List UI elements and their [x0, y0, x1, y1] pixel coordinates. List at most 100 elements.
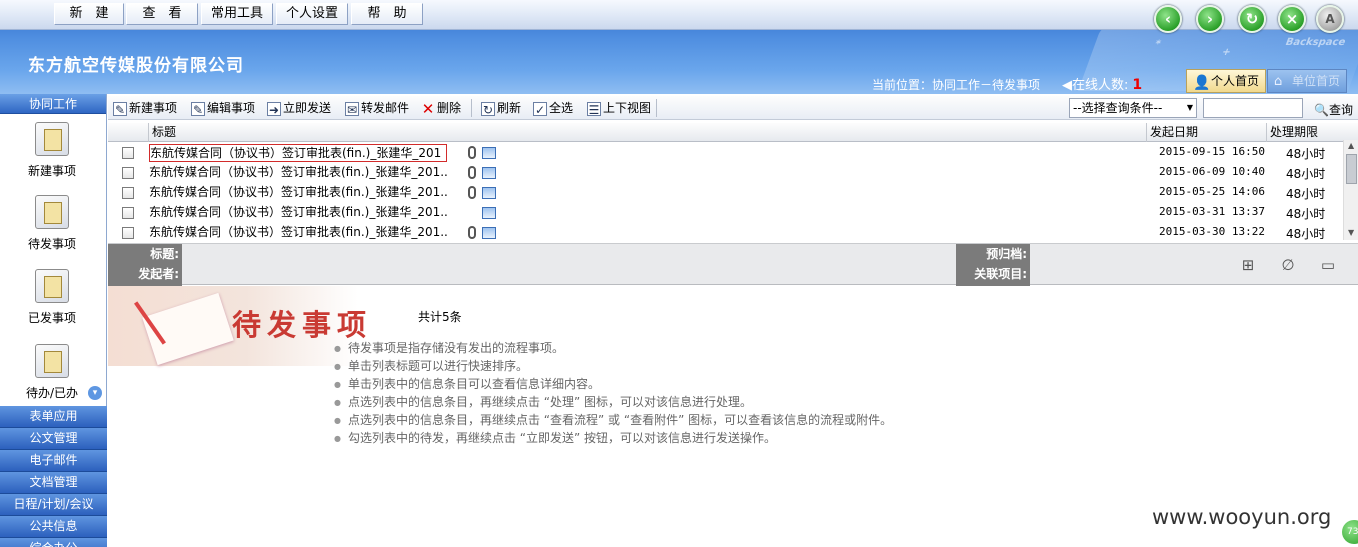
edit-item-button[interactable]: ✎ 编辑事项 — [191, 99, 255, 117]
speaker-icon: ◀ — [1062, 78, 1072, 93]
row-checkbox[interactable] — [122, 167, 134, 179]
tips-list: 待发事项是指存储没有发出的流程事项。 单击列表标题可以进行快速排序。 单击列表中… — [334, 339, 892, 447]
sidebar-section-public[interactable]: 公共信息 — [0, 516, 107, 538]
row-title[interactable]: 东航传媒合同（协议书）签订审批表(fin.)_张建华_201 — [149, 144, 447, 162]
detail-bar: 标题: 发起者: 预归档: 关联项目: ⊞ ∅ ▭ — [108, 243, 1358, 286]
header-date[interactable]: 发起日期 — [1146, 123, 1266, 142]
query-button[interactable]: 🔍查询 — [1314, 101, 1353, 118]
sidebar-section-email[interactable]: 电子邮件 — [0, 450, 107, 472]
check-icon: ✓ — [533, 102, 547, 117]
detail-labels-left: 标题: 发起者: — [108, 244, 182, 286]
mail-forward-icon: ✉ — [345, 102, 359, 117]
menu-view[interactable]: 查 看 — [126, 3, 198, 25]
sidebar-item-pending[interactable]: 待发事项 — [0, 195, 104, 252]
row-limit: 48小时 — [1286, 167, 1326, 181]
sidebar-item-todo[interactable]: 待办/已办 ▾ — [0, 344, 104, 401]
table-row[interactable]: 东航传媒合同（协议书）签订审批表(fin.)_张建华_201... 2015-06… — [108, 163, 1343, 183]
detail-title-label: 标题: — [150, 247, 179, 261]
row-checkbox[interactable] — [122, 207, 134, 219]
row-title[interactable]: 东航传媒合同（协议书）签订审批表(fin.)_张建华_201... — [149, 204, 447, 222]
refresh-button[interactable]: ↻ 刷新 — [481, 99, 521, 117]
row-date: 2015-09-15 16:50 — [1159, 145, 1265, 158]
select-all-button[interactable]: ✓ 全选 — [533, 99, 573, 117]
tip-item: 勾选列表中的待发，再继续点击 “立即发送” 按钮，可以对该信息进行发送操作。 — [334, 429, 892, 447]
row-date: 2015-03-30 13:22 — [1159, 225, 1265, 238]
table-row[interactable]: 东航传媒合同（协议书）签订审批表(fin.)_张建华_201... 2015-03… — [108, 203, 1343, 223]
row-date: 2015-05-25 14:06 — [1159, 185, 1265, 198]
split-view-button[interactable]: ☰ 上下视图 — [587, 99, 651, 117]
sidebar-item-label: 待发事项 — [27, 237, 76, 251]
menu-help[interactable]: 帮 助 — [351, 3, 423, 25]
back-icon[interactable]: ‹ — [1154, 5, 1182, 33]
flow-chart-icon[interactable]: ⊞ — [1239, 256, 1257, 274]
panel-title: 待发事项 — [232, 308, 373, 342]
document-icon — [482, 147, 496, 159]
row-checkbox[interactable] — [122, 227, 134, 239]
attachment-icon — [468, 226, 476, 239]
sidebar-item-new[interactable]: 新建事项 — [0, 122, 104, 179]
detail-sender-label: 发起者: — [138, 267, 179, 281]
query-input[interactable] — [1203, 98, 1303, 118]
tip-item: 点选列表中的信息条目，再继续点击 “处理” 图标，可以对该信息进行处理。 — [334, 393, 892, 411]
forward-icon[interactable]: › — [1196, 5, 1224, 33]
scroll-thumb[interactable] — [1346, 154, 1357, 184]
query-condition-select[interactable]: --选择查询条件-- — [1069, 98, 1197, 118]
sidebar-section-collab[interactable]: 协同工作 — [0, 94, 106, 114]
row-limit: 48小时 — [1286, 207, 1326, 221]
menu-tools[interactable]: 常用工具 — [201, 3, 273, 25]
sidebar-section-forms[interactable]: 表单应用 — [0, 406, 107, 428]
button-label: 转发邮件 — [361, 101, 410, 115]
user-icon: 👤 — [1193, 75, 1211, 91]
row-title[interactable]: 东航传媒合同（协议书）签订审批表(fin.)_张建华_201... — [149, 164, 447, 182]
header-title[interactable]: 标题 — [148, 123, 1146, 142]
expand-icon[interactable]: ▾ — [88, 386, 102, 400]
row-title[interactable]: 东航传媒合同（协议书）签订审批表(fin.)_张建华_201... — [149, 224, 447, 242]
sidebar-section-docs[interactable]: 公文管理 — [0, 428, 107, 450]
sidebar-section-schedule[interactable]: 日程/计划/会议 — [0, 494, 107, 516]
attachment-icon — [468, 166, 476, 179]
send-now-button[interactable]: ➜ 立即发送 — [267, 99, 331, 117]
pending-send-icon — [35, 195, 69, 229]
button-label: 刷新 — [497, 101, 522, 115]
button-label: 新建事项 — [129, 101, 178, 115]
sidebar-section-office[interactable]: 综合办公 — [0, 538, 107, 547]
menu-settings[interactable]: 个人设置 — [276, 3, 348, 25]
document-icon — [482, 207, 496, 219]
tip-item: 单击列表标题可以进行快速排序。 — [334, 357, 892, 375]
tab-unit-home[interactable]: ⌂ 单位首页 — [1267, 69, 1347, 93]
document-icon — [482, 187, 496, 199]
online-users: ◀在线人数: 1 — [1062, 74, 1142, 93]
scroll-up-icon[interactable]: ▲ — [1348, 141, 1354, 150]
row-checkbox[interactable] — [122, 147, 134, 159]
scroll-down-icon[interactable]: ▼ — [1348, 228, 1354, 237]
search-icon: 🔍 — [1314, 103, 1329, 117]
table-row[interactable]: 东航传媒合同（协议书）签订审批表(fin.)_张建华_201... 2015-05… — [108, 183, 1343, 203]
online-label: 在线人数: — [1072, 78, 1129, 93]
sidebar-section-files[interactable]: 文档管理 — [0, 472, 107, 494]
font-icon[interactable]: A — [1316, 5, 1344, 33]
refresh-icon[interactable]: ↻ — [1238, 5, 1266, 33]
forward-mail-button[interactable]: ✉ 转发邮件 — [345, 99, 409, 117]
tab-personal-home[interactable]: 👤 个人首页 — [1186, 69, 1266, 93]
header-limit[interactable]: 处理期限 — [1266, 123, 1343, 142]
sidebar-item-sent[interactable]: 已发事项 — [0, 269, 104, 326]
tab-personal-home-label: 个人首页 — [1210, 74, 1259, 88]
table-row[interactable]: 东航传媒合同（协议书）签订审批表(fin.)_张建华_201... 2015-03… — [108, 223, 1343, 243]
close-icon[interactable]: × — [1278, 5, 1306, 33]
menu-new[interactable]: 新 建 — [54, 3, 124, 25]
toolbar-divider — [656, 99, 657, 117]
attachment-icon — [468, 146, 476, 159]
row-checkbox[interactable] — [122, 187, 134, 199]
delete-button[interactable]: ✕ 删除 — [421, 99, 461, 117]
table-scrollbar[interactable]: ▲ ▼ — [1343, 140, 1358, 240]
sidebar-item-label: 待办/已办 — [25, 386, 79, 400]
row-title[interactable]: 东航传媒合同（协议书）签订审批表(fin.)_张建华_201... — [149, 184, 447, 202]
item-table: 标题 发起日期 处理期限 东航传媒合同（协议书）签订审批表(fin.)_张建华_… — [108, 123, 1358, 243]
attachment-icon[interactable]: ∅ — [1279, 256, 1297, 274]
print-icon[interactable]: ▭ — [1319, 256, 1337, 274]
button-label: 立即发送 — [283, 101, 332, 115]
split-view-icon: ☰ — [587, 102, 601, 117]
new-item-button[interactable]: ✎ 新建事项 — [113, 99, 177, 117]
table-header: 标题 发起日期 处理期限 — [108, 123, 1358, 142]
table-row[interactable]: 东航传媒合同（协议书）签订审批表(fin.)_张建华_201 2015-09-15… — [108, 143, 1343, 163]
